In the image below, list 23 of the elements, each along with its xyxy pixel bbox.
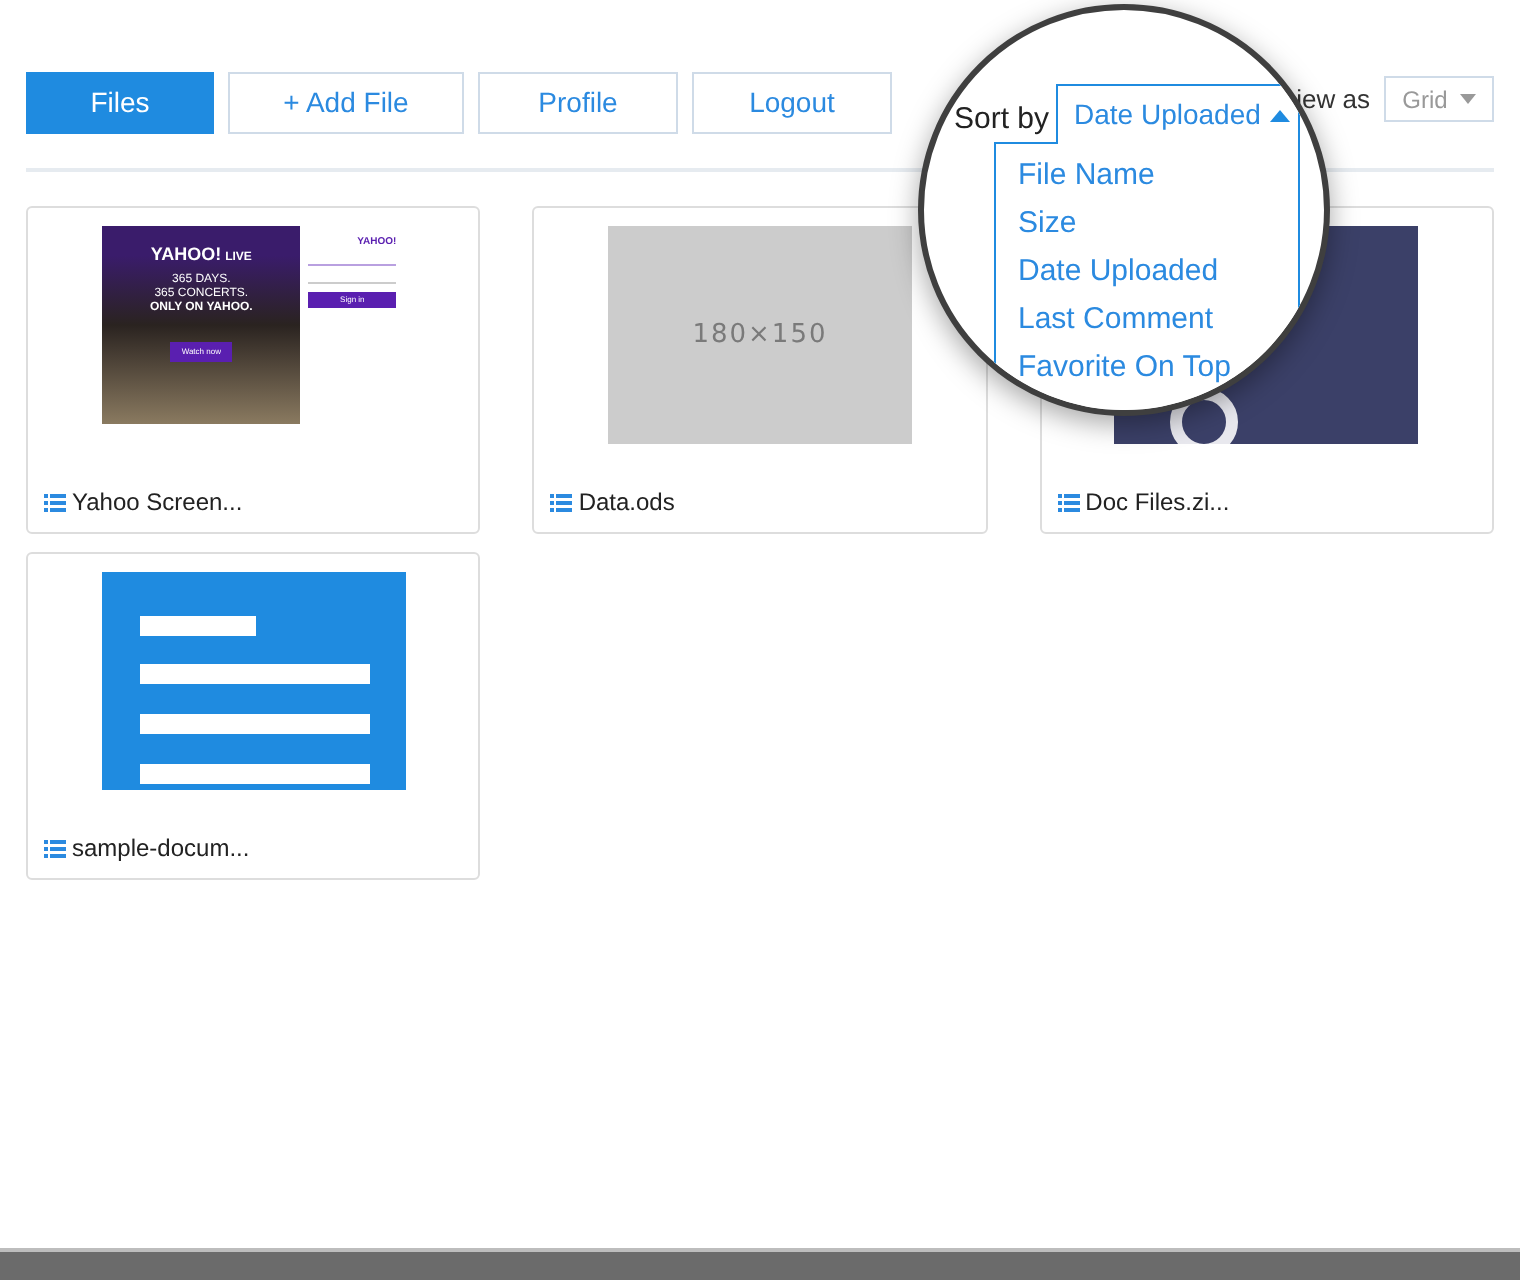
list-icon <box>1057 493 1080 511</box>
list-icon <box>550 493 573 511</box>
file-name[interactable]: sample-docum... <box>72 830 250 866</box>
nav-button[interactable]: + Add File <box>228 72 464 134</box>
caret-icon <box>1270 109 1291 121</box>
nav-button[interactable]: Profile <box>478 72 678 134</box>
sort-select[interactable]: Date Uploaded <box>1056 84 1300 144</box>
nav-button[interactable]: Logout <box>692 72 892 134</box>
document-icon <box>101 572 406 790</box>
brand-logo: YAHOO! <box>150 246 222 264</box>
file-name[interactable]: Yahoo Screen... <box>72 484 243 520</box>
file-name[interactable]: Doc Files.zi... <box>1085 484 1230 520</box>
list-icon <box>44 493 66 511</box>
nav-button[interactable]: Files <box>26 72 214 134</box>
view-select[interactable]: Grid <box>1384 76 1494 122</box>
file-card[interactable]: sample-docum... <box>26 552 481 880</box>
sort-label: Sort by <box>954 100 1050 140</box>
file-card[interactable]: 180×150 Data.ods <box>532 206 988 534</box>
placeholder-size-label: 180×150 <box>692 317 828 354</box>
sort-option[interactable]: File Name <box>1018 156 1298 196</box>
file-name[interactable]: Data.ods <box>578 484 675 520</box>
caret-icon <box>1459 94 1476 104</box>
list-icon <box>44 839 66 857</box>
